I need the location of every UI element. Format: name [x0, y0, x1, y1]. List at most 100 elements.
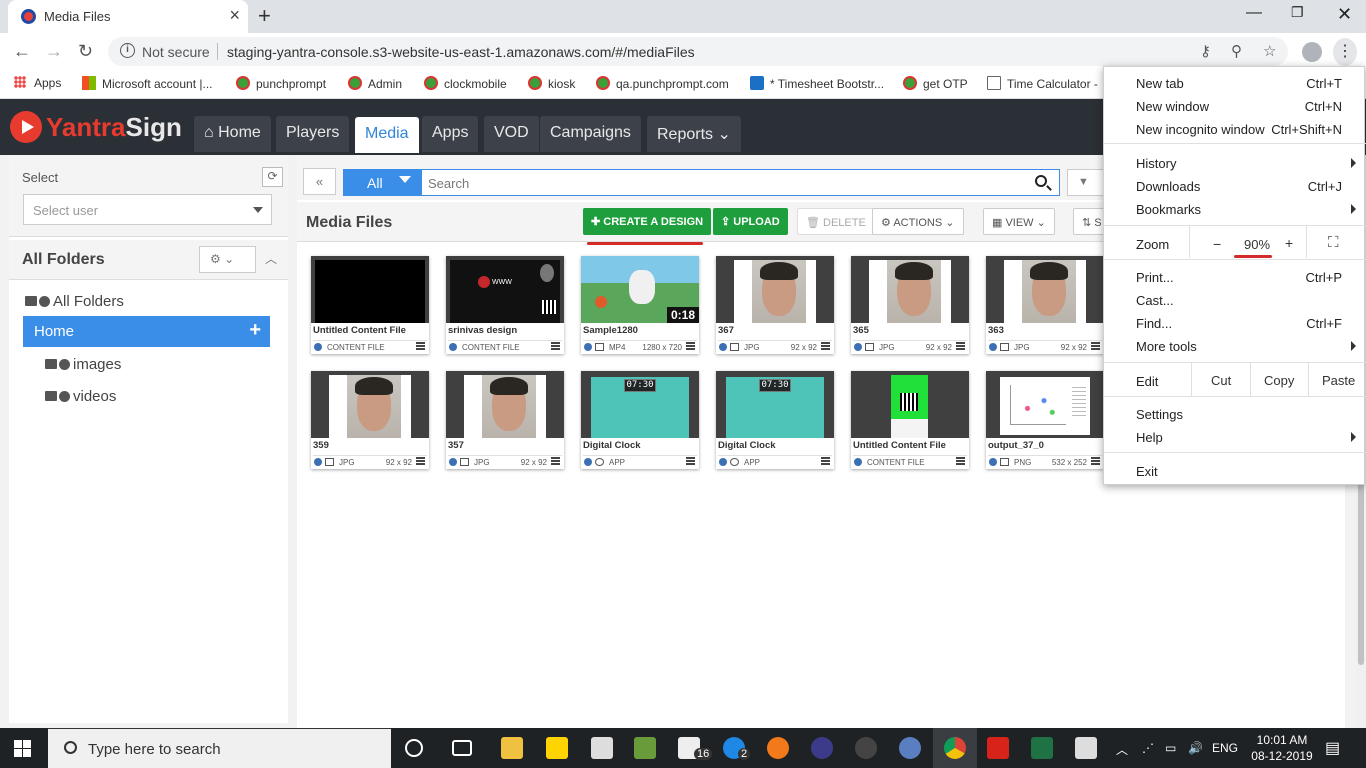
media-card[interactable]: 357 JPG 92 x 92 [446, 371, 564, 469]
battery-icon[interactable]: ▭ [1165, 741, 1176, 755]
nav-apps[interactable]: Apps [422, 116, 479, 152]
tree-videos[interactable]: videos [45, 388, 116, 405]
firefox-icon[interactable] [767, 737, 789, 759]
menu-new-tab[interactable]: New tab [1136, 76, 1184, 91]
select-user-dropdown[interactable]: Select user [23, 194, 272, 225]
bookmark-get-otp[interactable]: get OTP [903, 76, 968, 91]
forward-arrow-icon[interactable]: → [45, 41, 63, 62]
folder-settings-button[interactable]: ⚙ ⌄ [199, 246, 256, 273]
new-tab-button[interactable]: + [258, 3, 271, 29]
menu-settings[interactable]: Settings [1136, 407, 1183, 422]
menu-new-window[interactable]: New window [1136, 99, 1209, 114]
fullscreen-icon[interactable]: ⛶ [1328, 234, 1339, 251]
card-menu-icon[interactable] [686, 457, 695, 465]
menu-print[interactable]: Print... [1136, 270, 1174, 285]
menu-new-incognito[interactable]: New incognito window [1136, 122, 1265, 137]
card-menu-icon[interactable] [956, 342, 965, 350]
photos-icon[interactable] [1075, 737, 1097, 759]
address-bar[interactable]: i Not secure staging-yantra-console.s3-w… [108, 37, 1288, 66]
zoom-magnifier-icon[interactable]: ⚲ [1231, 42, 1242, 60]
reload-icon[interactable]: ↻ [78, 41, 93, 62]
actions-button[interactable]: ⚙ ACTIONS ⌄ [872, 208, 964, 235]
card-menu-icon[interactable] [416, 457, 425, 465]
info-icon[interactable]: i [120, 43, 135, 58]
collapse-panel-button[interactable]: « [303, 168, 336, 195]
media-card[interactable]: 0:18 Sample1280 MP4 1280 x 720 [581, 256, 699, 354]
taskbar-search-input[interactable]: Type here to search [48, 728, 391, 768]
menu-bookmarks[interactable]: Bookmarks [1136, 202, 1201, 217]
cortana-icon[interactable] [405, 739, 423, 757]
card-menu-icon[interactable] [416, 342, 425, 350]
bookmark-punchprompt[interactable]: punchprompt [236, 76, 326, 91]
notifications-icon[interactable]: ▤ [1325, 738, 1340, 758]
excel-icon[interactable] [1031, 737, 1053, 759]
card-menu-icon[interactable] [1091, 457, 1100, 465]
bookmark-qa-punchprompt[interactable]: qa.punchprompt.com [596, 76, 729, 91]
key-icon[interactable]: ⚷ [1200, 42, 1211, 60]
nav-home[interactable]: ⌂ Home [194, 116, 271, 152]
media-card[interactable]: output_37_0 PNG 532 x 252 [986, 371, 1104, 469]
volume-icon[interactable]: 🔊 [1188, 741, 1203, 755]
nav-media[interactable]: Media [355, 117, 419, 153]
card-menu-icon[interactable] [551, 342, 560, 350]
sticky-notes-icon[interactable] [546, 737, 568, 759]
filter-all-dropdown[interactable]: All [343, 169, 421, 196]
nav-vod[interactable]: VOD [484, 116, 539, 152]
card-menu-icon[interactable] [1091, 342, 1100, 350]
bookmark-time-calculator[interactable]: Time Calculator - [987, 76, 1098, 91]
task-view-icon[interactable] [452, 740, 472, 756]
card-menu-icon[interactable] [821, 457, 830, 465]
search-icon[interactable] [1035, 175, 1047, 187]
media-card[interactable]: 365 JPG 92 x 92 [851, 256, 969, 354]
view-button[interactable]: ▦ VIEW ⌄ [983, 208, 1055, 235]
zoom-in-button[interactable]: + [1285, 235, 1293, 251]
vpn-icon[interactable] [855, 737, 877, 759]
bookmark-admin[interactable]: Admin [348, 76, 402, 91]
bookmark-microsoft[interactable]: Microsoft account |... [82, 76, 213, 91]
media-card[interactable]: Untitled Content File CONTENT FILE [311, 256, 429, 354]
nav-campaigns[interactable]: Campaigns [540, 116, 641, 152]
menu-history[interactable]: History [1136, 156, 1176, 171]
language-indicator[interactable]: ENG [1212, 741, 1238, 755]
taskbar-clock[interactable]: 10:01 AM 08-12-2019 [1242, 732, 1322, 764]
network-icon[interactable]: ⋰ [1142, 741, 1154, 755]
menu-find[interactable]: Find... [1136, 316, 1172, 331]
media-card[interactable]: 363 JPG 92 x 92 [986, 256, 1104, 354]
chrome-taskbar-active[interactable] [933, 728, 977, 768]
menu-cast[interactable]: Cast... [1136, 293, 1174, 308]
add-folder-icon[interactable]: + [249, 319, 261, 342]
menu-exit[interactable]: Exit [1136, 464, 1158, 479]
pdf-reader-icon[interactable] [987, 737, 1009, 759]
media-card[interactable]: 359 JPG 92 x 92 [311, 371, 429, 469]
delete-button[interactable]: 🗑 DELETE [797, 208, 875, 235]
card-menu-icon[interactable] [821, 342, 830, 350]
tree-home[interactable]: Home + [23, 316, 270, 347]
minimize-window-button[interactable]: — [1246, 4, 1262, 22]
media-card[interactable]: 367 JPG 92 x 92 [716, 256, 834, 354]
media-card[interactable]: 07:30 Digital Clock APP [581, 371, 699, 469]
nav-reports[interactable]: Reports ⌄ [647, 116, 741, 152]
bookmark-apps[interactable]: Apps [14, 76, 61, 90]
collapse-chevron-icon[interactable]: ︿ [265, 250, 277, 267]
calculator-icon[interactable] [591, 737, 613, 759]
media-search-input[interactable]: Search [421, 169, 1060, 196]
url-text[interactable]: staging-yantra-console.s3-website-us-eas… [227, 44, 695, 60]
profile-avatar-icon[interactable] [1302, 42, 1322, 62]
card-menu-icon[interactable] [551, 457, 560, 465]
yantrasign-logo[interactable]: Yantra Sign [10, 109, 182, 145]
file-explorer-icon[interactable] [501, 737, 523, 759]
bookmark-star-icon[interactable]: ☆ [1263, 42, 1276, 60]
zoom-out-button[interactable]: − [1213, 236, 1221, 252]
create-design-button[interactable]: ✚ CREATE A DESIGN [583, 208, 712, 235]
menu-cut[interactable]: Cut [1211, 373, 1231, 388]
close-tab-icon[interactable]: × [229, 6, 240, 24]
upload-button[interactable]: ⇪ UPLOAD [713, 208, 788, 235]
card-menu-icon[interactable] [686, 342, 695, 350]
tray-chevron-icon[interactable]: ︿ [1116, 741, 1128, 758]
windows-start-icon[interactable] [14, 740, 31, 757]
app-icon[interactable] [899, 737, 921, 759]
notepad-icon[interactable] [634, 737, 656, 759]
card-menu-icon[interactable] [956, 457, 965, 465]
menu-more-tools[interactable]: More tools [1136, 339, 1197, 354]
refresh-icon[interactable]: ⟳ [262, 167, 283, 187]
